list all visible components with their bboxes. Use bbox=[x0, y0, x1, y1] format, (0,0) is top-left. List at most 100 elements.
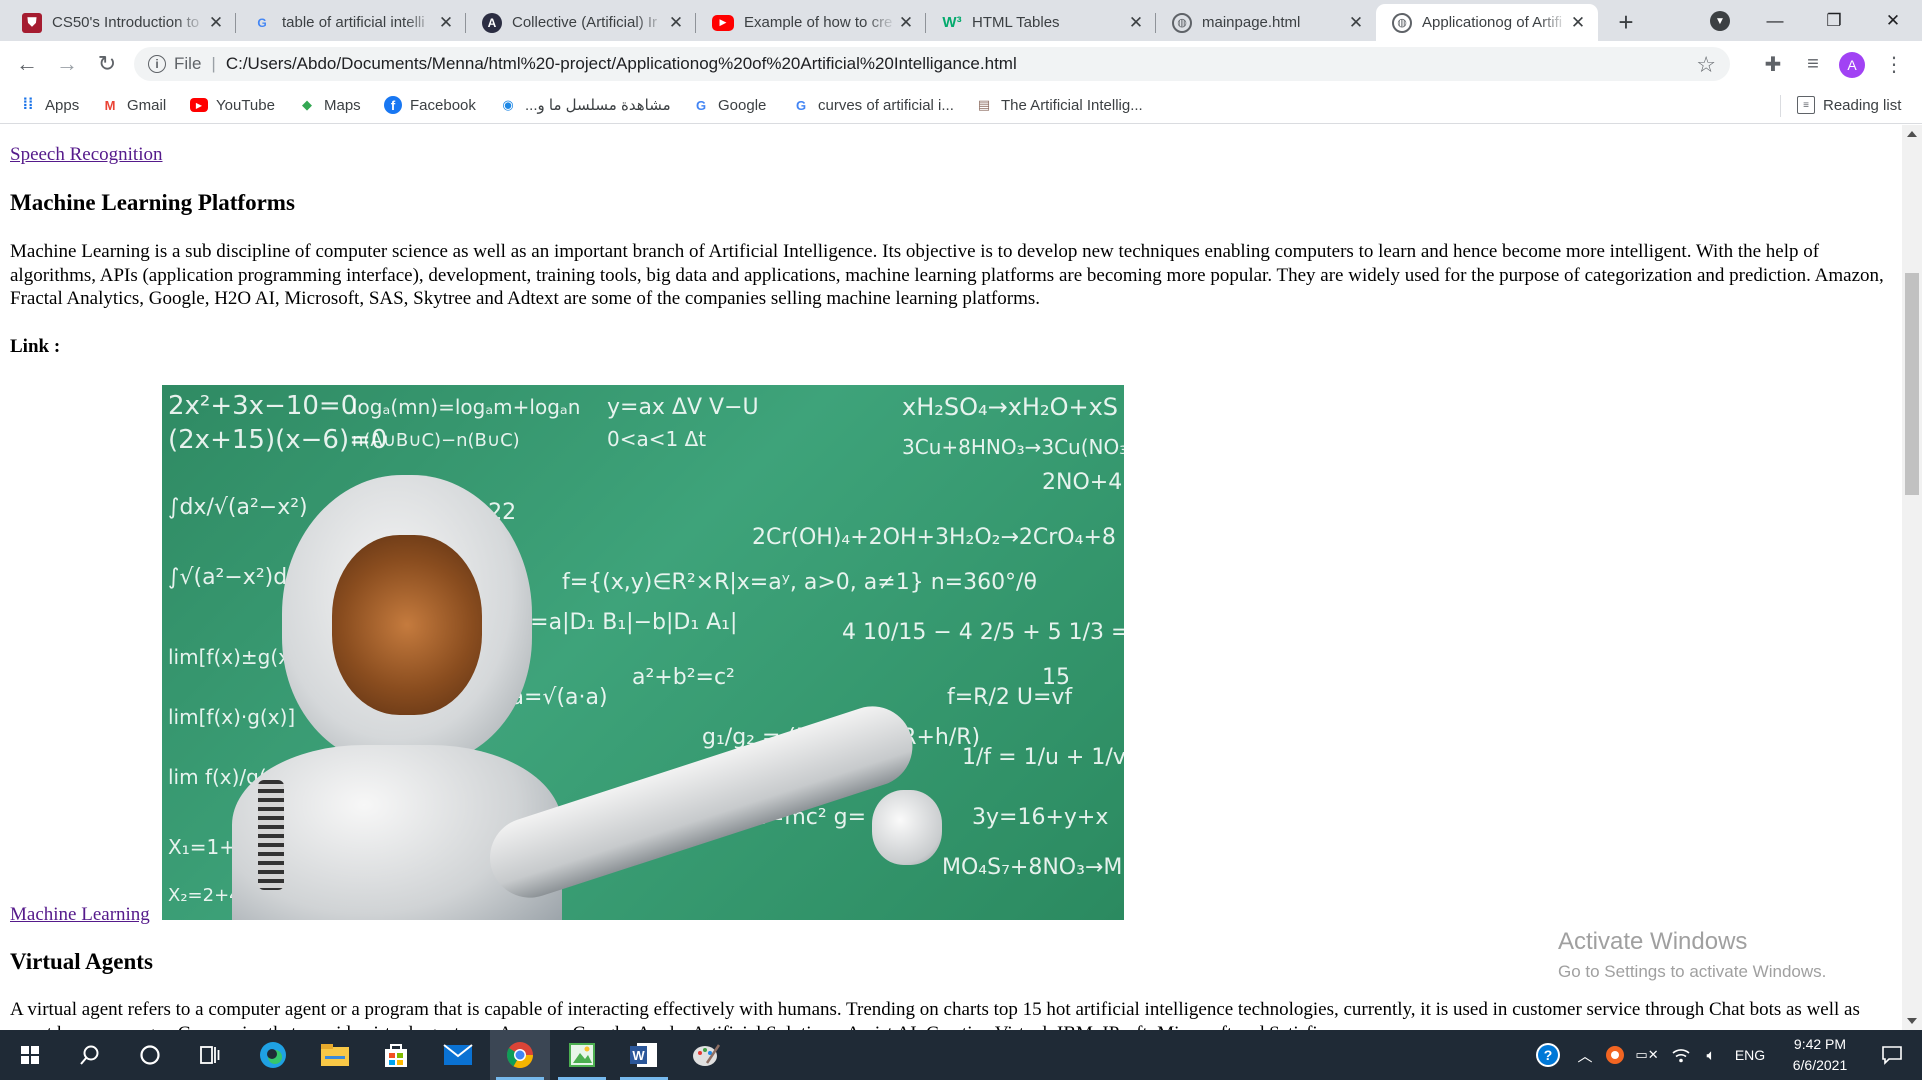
network-app-icon[interactable] bbox=[1600, 1030, 1630, 1080]
tab-title: table of artificial intelli bbox=[282, 14, 425, 31]
back-arrow-icon[interactable]: ← bbox=[12, 49, 42, 79]
bookmark-ai-site[interactable]: ▤ The Artificial Intellig... bbox=[975, 93, 1143, 117]
scroll-up-arrow-icon[interactable] bbox=[1907, 131, 1917, 137]
chevron-up-icon[interactable]: ︿ bbox=[1570, 1030, 1600, 1080]
menu-dots-icon[interactable]: ⋮ bbox=[1881, 51, 1907, 77]
tab-youtube[interactable]: ▶ Example of how to cre ✕ bbox=[696, 4, 926, 41]
close-tab-icon[interactable]: ✕ bbox=[206, 13, 226, 33]
bookmark-facebook[interactable]: f Facebook bbox=[384, 93, 476, 117]
notification-icon[interactable] bbox=[1868, 1030, 1916, 1080]
bookmark-curves[interactable]: G curves of artificial i... bbox=[792, 93, 954, 117]
tab-title: Example of how to cre bbox=[744, 14, 893, 31]
tab-cs50[interactable]: ⛊ CS50's Introduction to ✕ bbox=[6, 4, 236, 41]
volume-icon[interactable]: 🔈︎ bbox=[1696, 1030, 1726, 1080]
store-icon[interactable] bbox=[366, 1030, 426, 1080]
address-scheme: File bbox=[174, 54, 202, 73]
restore-icon[interactable]: ❐ bbox=[1811, 0, 1857, 41]
bookmark-arabic-series[interactable]: ◉ مشاهدة مسلسل ما و... bbox=[499, 93, 670, 117]
close-tab-icon[interactable]: ✕ bbox=[436, 13, 456, 33]
harvard-shield-icon: ⛊ bbox=[22, 12, 42, 33]
tab-collective[interactable]: A Collective (Artificial) Ir ✕ bbox=[466, 4, 696, 41]
link-heading: Link : bbox=[10, 336, 61, 357]
robot-chalkboard-image[interactable]: 2x²+3x−10=0 (2x+15)(x−6)=0 logₐ(mn)=logₐ… bbox=[162, 385, 1124, 920]
profile-avatar[interactable]: A bbox=[1839, 52, 1865, 78]
close-tab-icon[interactable]: ✕ bbox=[1568, 13, 1588, 33]
help-icon[interactable]: ? bbox=[1530, 1030, 1566, 1080]
close-tab-icon[interactable]: ✕ bbox=[1346, 13, 1366, 33]
new-tab-button[interactable]: + bbox=[1611, 7, 1641, 37]
scroll-thumb[interactable] bbox=[1905, 273, 1919, 495]
reading-list-button[interactable]: ≡ Reading list bbox=[1797, 93, 1901, 117]
windows-taskbar: W ? ︿ ▭✕ 🔈︎ ENG 9:42 PM 6/6/2021 bbox=[0, 1030, 1922, 1080]
svg-text:W: W bbox=[632, 1048, 645, 1063]
equation-18: ∫dx/√(a²−x²) bbox=[168, 495, 308, 520]
gmail-icon: M bbox=[104, 97, 116, 113]
close-tab-icon[interactable]: ✕ bbox=[666, 13, 686, 33]
reading-list-label: Reading list bbox=[1823, 96, 1902, 114]
minimize-icon[interactable]: — bbox=[1752, 0, 1798, 41]
language-indicator[interactable]: ENG bbox=[1730, 1030, 1770, 1080]
wifi-icon[interactable] bbox=[1666, 1030, 1696, 1080]
facebook-icon: f bbox=[384, 96, 402, 114]
window-close-icon[interactable]: ✕ bbox=[1870, 0, 1916, 41]
address-bar[interactable]: i File | C:/Users/Abdo/Documents/Menna/h… bbox=[134, 47, 1730, 81]
info-icon[interactable]: i bbox=[148, 55, 166, 73]
vertical-scrollbar[interactable] bbox=[1902, 125, 1922, 1030]
search-icon[interactable] bbox=[60, 1030, 120, 1080]
w3schools-icon: W³ bbox=[942, 14, 962, 31]
bookmark-gmail[interactable]: M Gmail bbox=[101, 93, 167, 117]
tab-mainpage[interactable]: ◍ mainpage.html ✕ bbox=[1156, 4, 1376, 41]
close-tab-icon[interactable]: ✕ bbox=[896, 13, 916, 33]
tab-applicationog[interactable]: ◍ Applicationog of Artifi ✕ bbox=[1376, 4, 1598, 41]
forward-arrow-icon[interactable]: → bbox=[52, 49, 82, 79]
task-view-icon[interactable] bbox=[180, 1030, 240, 1080]
clock[interactable]: 9:42 PM 6/6/2021 bbox=[1775, 1034, 1865, 1076]
page-content: Speech Recognition Machine Learning Plat… bbox=[0, 125, 1902, 1030]
bookmark-apps[interactable]: ⁞⁞ Apps bbox=[19, 93, 80, 117]
tab-title: HTML Tables bbox=[972, 14, 1060, 31]
tab-html-tables[interactable]: W³ HTML Tables ✕ bbox=[926, 4, 1156, 41]
mail-icon[interactable] bbox=[428, 1030, 488, 1080]
equation-29: 3y=16+y+x bbox=[972, 805, 1109, 830]
cortana-icon[interactable] bbox=[120, 1030, 180, 1080]
reload-icon[interactable]: ↻ bbox=[92, 49, 122, 79]
maps-icon: ◆ bbox=[302, 97, 312, 112]
close-tab-icon[interactable]: ✕ bbox=[1126, 13, 1146, 33]
tab-google-search[interactable]: G table of artificial intelli ✕ bbox=[236, 4, 466, 41]
tab-title: CS50's Introduction to bbox=[52, 14, 200, 31]
battery-icon[interactable]: ▭✕ bbox=[1630, 1030, 1664, 1080]
google-g-icon: G bbox=[695, 97, 707, 113]
image-app-icon[interactable] bbox=[552, 1030, 612, 1080]
robot-vents bbox=[258, 780, 284, 890]
bookmarks-bar: ⁞⁞ Apps M Gmail ▶ YouTube ◆ Maps f Faceb… bbox=[0, 87, 1922, 124]
activate-windows-title: Activate Windows bbox=[1558, 928, 1748, 955]
youtube-icon: ▶ bbox=[190, 98, 208, 112]
heading-machine-learning-platforms: Machine Learning Platforms bbox=[10, 190, 295, 215]
bookmark-label: Gmail bbox=[127, 96, 167, 114]
equation-1: 2x²+3x−10=0 bbox=[168, 391, 358, 421]
tab-search-icon[interactable]: ▼ bbox=[1710, 11, 1730, 31]
chrome-icon[interactable] bbox=[490, 1030, 550, 1080]
reading-list-icon: ≡ bbox=[1797, 96, 1815, 114]
scroll-down-arrow-icon[interactable] bbox=[1907, 1018, 1917, 1024]
edge-icon[interactable] bbox=[243, 1030, 303, 1080]
bookmark-label: The Artificial Intellig... bbox=[1001, 96, 1143, 114]
file-explorer-icon[interactable] bbox=[305, 1030, 365, 1080]
machine-learning-link[interactable]: Machine Learning bbox=[10, 904, 150, 926]
bookmark-google[interactable]: G Google bbox=[692, 93, 766, 117]
speech-recognition-link[interactable]: Speech Recognition bbox=[10, 144, 163, 166]
bookmark-label: Google bbox=[718, 96, 767, 114]
media-queue-icon[interactable]: ≡ bbox=[1800, 51, 1826, 77]
extensions-puzzle-icon[interactable]: ✚ bbox=[1760, 51, 1786, 77]
start-icon[interactable] bbox=[0, 1030, 60, 1080]
bookmark-star-icon[interactable]: ☆ bbox=[1696, 52, 1716, 78]
bookmark-youtube[interactable]: ▶ YouTube bbox=[190, 93, 275, 117]
screen: ⛊ CS50's Introduction to ✕ G table of ar… bbox=[0, 0, 1922, 1080]
word-icon[interactable]: W bbox=[614, 1030, 674, 1080]
paint-icon[interactable] bbox=[676, 1030, 736, 1080]
bookmark-maps[interactable]: ◆ Maps bbox=[298, 93, 361, 117]
equation-6: 0<a<1 Δt bbox=[607, 427, 707, 451]
equation-16: a²+b²=c² bbox=[632, 665, 735, 690]
youtube-icon: ▶ bbox=[712, 14, 734, 31]
equation-7: xH₂SO₄→xH₂O+xS bbox=[902, 393, 1119, 421]
